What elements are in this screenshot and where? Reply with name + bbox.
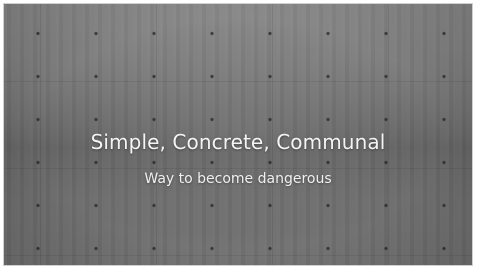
slide: Simple, Concrete, Communal Way to become… (3, 3, 473, 266)
slide-title: Simple, Concrete, Communal (90, 130, 386, 154)
slide-subtitle: Way to become dangerous (144, 171, 332, 187)
